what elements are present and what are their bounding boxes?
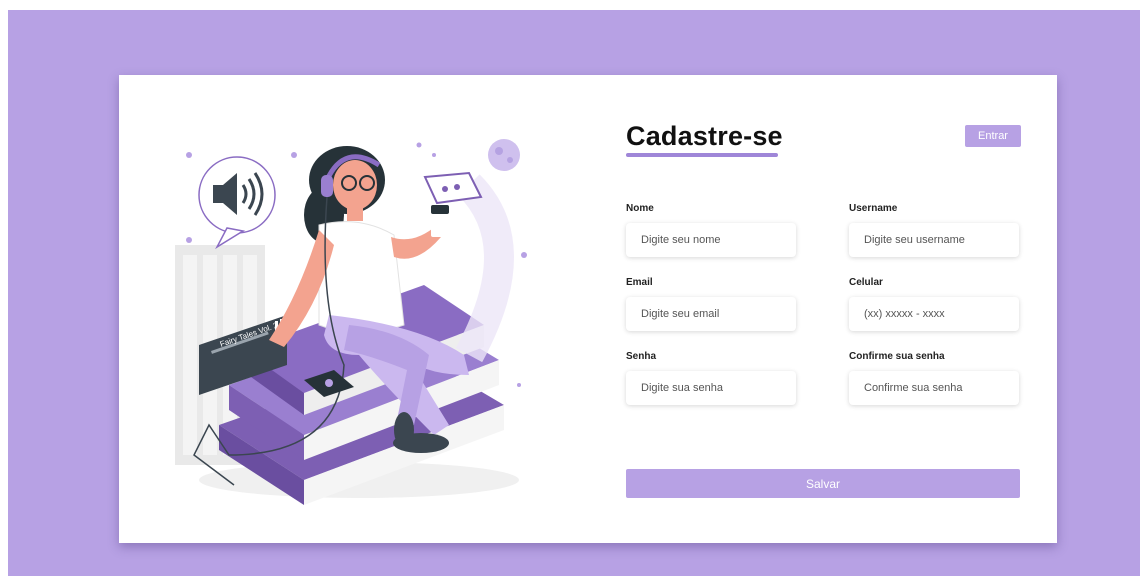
confirm-password-field-group: Confirme sua senha [849, 351, 1019, 405]
phone-input[interactable] [849, 297, 1019, 331]
phone-field-group: Celular [849, 277, 1019, 331]
name-field-group: Nome [626, 203, 796, 257]
password-input[interactable] [626, 371, 796, 405]
password-label: Senha [626, 351, 657, 362]
confirm-password-label: Confirme sua senha [849, 351, 945, 362]
phone-label: Celular [849, 277, 883, 288]
signup-form: Cadastre-se Entrar Nome Username Email C… [626, 75, 1021, 543]
username-label: Username [849, 203, 898, 214]
woman-listening-audiobook-illustration: Fairy Tales Vol. 2 [175, 139, 527, 505]
page-background: Fairy Tales Vol. 2 Cadastre-se Entrar No… [8, 10, 1140, 576]
name-label: Nome [626, 203, 654, 214]
signup-card: Fairy Tales Vol. 2 Cadastre-se Entrar No… [119, 75, 1057, 543]
login-button[interactable]: Entrar [965, 125, 1021, 147]
hero-illustration: Fairy Tales Vol. 2 [169, 125, 549, 515]
email-label: Email [626, 277, 653, 288]
name-input[interactable] [626, 223, 796, 257]
confirm-password-input[interactable] [849, 371, 1019, 405]
username-input[interactable] [849, 223, 1019, 257]
coffee-cup-icon [431, 205, 449, 237]
title-underline [626, 153, 778, 157]
password-field-group: Senha [626, 351, 796, 405]
username-field-group: Username [849, 203, 1019, 257]
page-title: Cadastre-se [626, 121, 783, 151]
email-input[interactable] [626, 297, 796, 331]
speaker-bubble [198, 156, 276, 250]
email-field-group: Email [626, 277, 796, 331]
save-button[interactable]: Salvar [626, 469, 1020, 498]
planet-icon [488, 139, 520, 171]
